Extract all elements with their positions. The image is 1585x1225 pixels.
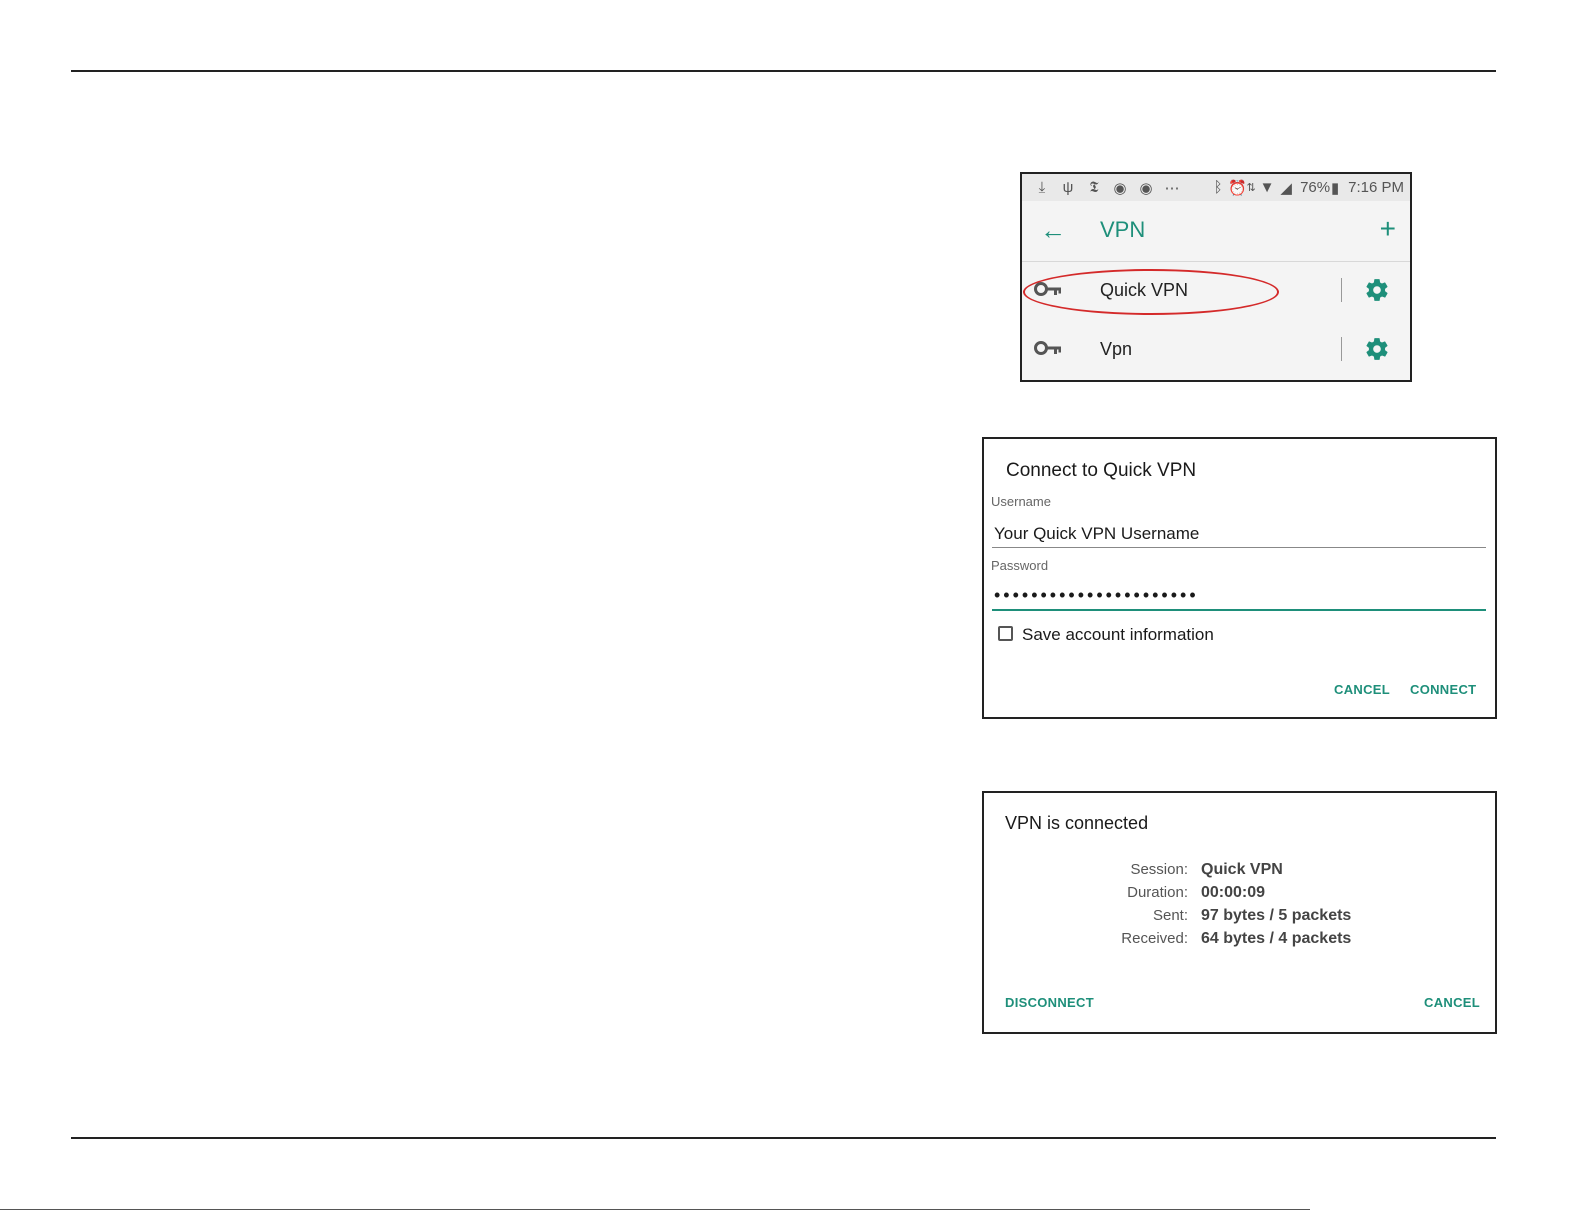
download-icon: ⤓	[1038, 179, 1046, 196]
username-label: Username	[991, 494, 1051, 509]
top-rule	[71, 70, 1496, 72]
info-key: Duration:	[1127, 884, 1188, 901]
wifi-icon: ▼	[1259, 179, 1275, 196]
more-icon: ⋯	[1164, 179, 1180, 197]
battery-percent: 76%	[1300, 179, 1331, 196]
info-value: Quick VPN	[1201, 861, 1283, 878]
row-divider	[1341, 278, 1342, 302]
data-icon: ⇅	[1246, 182, 1256, 194]
vpn-list-screenshot: ⤓ ψ 𝕿 ◉ ◉ ⋯ ᛒ ⏰ ⇅ ▼ ◢ 76% ▮ 7:16 PM ← VP…	[1020, 172, 1412, 382]
save-account-checkbox[interactable]	[998, 626, 1013, 641]
info-row-sent: Sent: 97 bytes / 5 packets	[984, 907, 1495, 929]
info-key: Session:	[1130, 861, 1188, 878]
chrome-icon: ◉	[1113, 179, 1127, 197]
signal-icon: ◢	[1280, 179, 1292, 197]
info-key: Sent:	[1152, 907, 1188, 924]
dialog-title: VPN is connected	[1005, 813, 1149, 833]
app-bar: ← VPN +	[1022, 201, 1410, 262]
info-row-session: Session: Quick VPN	[984, 861, 1495, 883]
back-arrow-icon[interactable]: ←	[1040, 215, 1066, 246]
connect-button[interactable]: CONNECT	[1410, 682, 1476, 697]
password-label: Password	[991, 558, 1049, 573]
gear-icon[interactable]	[1364, 277, 1390, 303]
dialog-title: Connect to Quick VPN	[1006, 460, 1197, 481]
password-underline	[992, 609, 1486, 611]
username-field[interactable]: Your Quick VPN Username	[994, 524, 1199, 544]
vpn-item-vpn[interactable]: Vpn	[1022, 321, 1410, 380]
page-title: VPN	[1100, 217, 1146, 242]
gear-icon[interactable]	[1364, 336, 1390, 362]
bottom-rule	[71, 1137, 1496, 1139]
add-icon[interactable]: +	[1380, 213, 1396, 245]
connected-dialog: VPN is connected Session: Quick VPN Dura…	[982, 791, 1497, 1034]
disconnect-button[interactable]: DISCONNECT	[1005, 995, 1094, 1010]
cancel-button[interactable]: CANCEL	[1424, 995, 1480, 1010]
save-account-label: Save account information	[1022, 625, 1214, 644]
vpn-item-label: Vpn	[1100, 339, 1133, 359]
info-row-received: Received: 64 bytes / 4 packets	[984, 930, 1495, 952]
username-underline	[992, 547, 1486, 548]
info-row-duration: Duration: 00:00:09	[984, 884, 1495, 906]
connect-dialog: Connect to Quick VPN Username Your Quick…	[982, 437, 1497, 719]
cancel-button[interactable]: CANCEL	[1334, 682, 1390, 697]
bluetooth-icon: ᛒ	[1213, 179, 1223, 196]
nyt-icon: 𝕿	[1089, 179, 1099, 196]
password-field[interactable]: ••••••••••••••••••••••	[994, 585, 1199, 606]
chrome-icon: ◉	[1139, 179, 1153, 197]
key-icon	[1034, 341, 1061, 355]
battery-icon: ▮	[1330, 179, 1340, 197]
alarm-icon: ⏰	[1228, 179, 1247, 197]
info-value: 64 bytes / 4 packets	[1201, 930, 1352, 947]
status-bar: ⤓ ψ 𝕿 ◉ ◉ ⋯ ᛒ ⏰ ⇅ ▼ ◢ 76% ▮ 7:16 PM	[1022, 174, 1410, 201]
row-divider	[1341, 337, 1342, 361]
info-value: 00:00:09	[1201, 884, 1266, 901]
highlight-circle	[1023, 269, 1279, 315]
usb-icon: ψ	[1062, 179, 1074, 196]
status-time: 7:16 PM	[1348, 179, 1404, 196]
info-value: 97 bytes / 5 packets	[1201, 907, 1352, 924]
footer-rule	[0, 1209, 1310, 1210]
info-key: Received:	[1121, 930, 1188, 947]
